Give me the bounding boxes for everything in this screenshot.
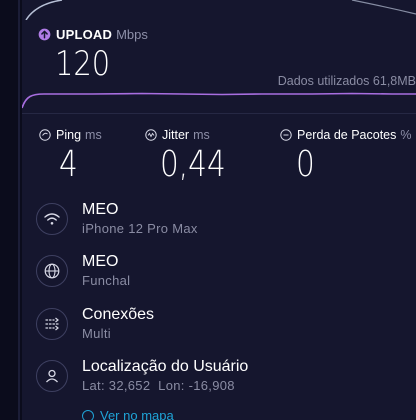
upload-arrow-icon [38, 28, 51, 41]
user-icon [36, 360, 68, 392]
provider-row: MEO iPhone 12 Pro Max [36, 200, 198, 238]
left-edge [0, 0, 22, 420]
packet-loss-unit: % [400, 128, 412, 142]
divider [22, 113, 416, 114]
upload-title: UPLOAD [56, 27, 113, 42]
view-on-map-label: Ver no mapa [100, 408, 174, 420]
packet-loss-icon [280, 129, 292, 141]
device-name: iPhone 12 Pro Max [82, 221, 198, 236]
connections-title: Conexões [82, 306, 155, 323]
wifi-icon [36, 203, 68, 235]
globe-icon [36, 255, 68, 287]
top-arc-decoration [25, 0, 416, 20]
ping-value: 4 [59, 144, 78, 185]
speedtest-result-panel: UPLOAD Mbps 120 Dados utilizados 61,8MB … [22, 0, 416, 420]
upload-unit: Mbps [116, 27, 148, 42]
connections-mode: Multi [82, 326, 111, 341]
ping-metric: Ping ms 4 [39, 128, 102, 185]
ping-title: Ping [56, 128, 82, 142]
jitter-metric: Jitter ms 0,44 [145, 128, 240, 185]
ping-icon [39, 129, 51, 141]
server-location: Funchal [82, 273, 131, 288]
view-on-map-link[interactable]: Ver no mapa [82, 408, 174, 420]
jitter-unit: ms [193, 128, 210, 142]
user-coordinates: Lat: 32,652 Lon: -16,908 [82, 378, 235, 393]
user-location-row: Localização do Usuário Lat: 32,652 Lon: … [36, 357, 248, 395]
jitter-value: 0,44 [160, 144, 226, 185]
provider-name: MEO [82, 201, 119, 218]
connections-icon [36, 308, 68, 340]
server-row[interactable]: MEO Funchal [36, 252, 130, 290]
packet-loss-value: 0 [296, 144, 315, 185]
map-link-icon [82, 409, 94, 420]
upload-speed-graph [22, 92, 416, 109]
upload-value: 120 [55, 44, 111, 84]
packet-loss-metric: Perda de Pacotes % 0 [280, 128, 412, 185]
connections-row[interactable]: Conexões Multi [36, 305, 154, 343]
user-location-title: Localização do Usuário [82, 358, 249, 375]
jitter-icon [145, 129, 157, 141]
upload-header: UPLOAD Mbps [38, 27, 148, 42]
jitter-title: Jitter [162, 128, 190, 142]
packet-loss-title: Perda de Pacotes [297, 128, 397, 142]
server-provider: MEO [82, 253, 119, 270]
ping-unit: ms [85, 128, 102, 142]
